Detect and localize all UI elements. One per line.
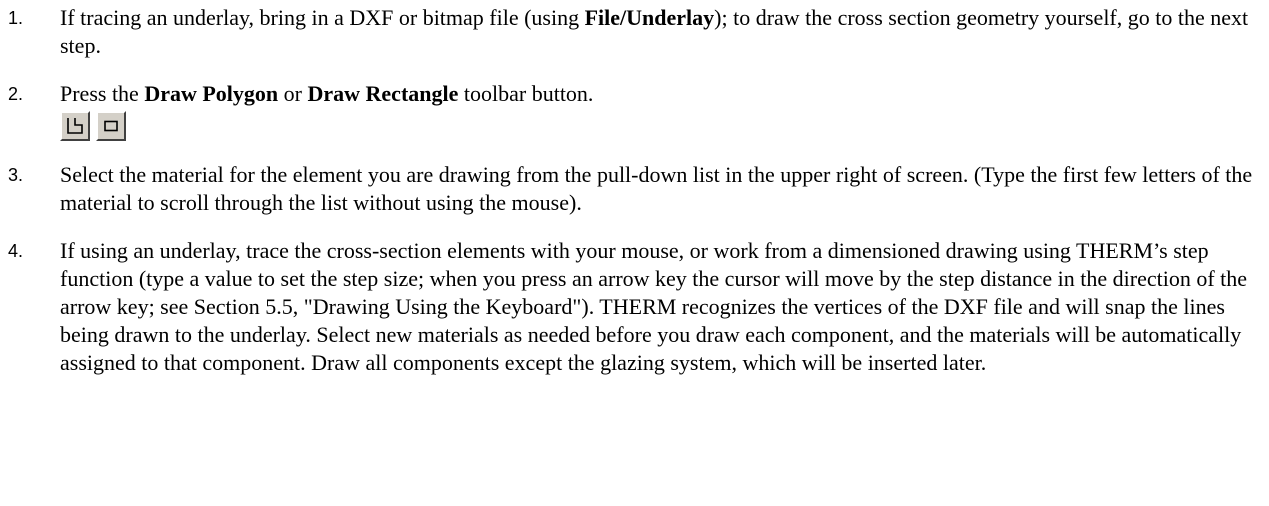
step-number: 2. — [8, 84, 24, 104]
step-text: If using an underlay, trace the cross-se… — [60, 238, 1248, 375]
button-name-draw-polygon: Draw Polygon — [144, 81, 279, 106]
step-3: 3. Select the material for the element y… — [0, 161, 1262, 217]
step-text: Select the material for the element you … — [60, 162, 1253, 215]
draw-rectangle-icon — [104, 120, 118, 132]
draw-rectangle-button[interactable] — [96, 111, 126, 141]
step-text: If tracing an underlay, bring in a DXF o… — [60, 5, 1249, 58]
menu-path-file-underlay: File/Underlay — [584, 5, 715, 30]
step-2: 2. Press the Draw Polygon or Draw Rectan… — [0, 80, 1262, 141]
step-4: 4. If using an underlay, trace the cross… — [0, 237, 1262, 377]
step-number: 1. — [8, 8, 24, 28]
step-number: 3. — [8, 165, 24, 185]
step-text: Press the Draw Polygon or Draw Rectangle… — [60, 81, 594, 106]
draw-polygon-icon — [67, 118, 83, 134]
step-1: 1. If tracing an underlay, bring in a DX… — [0, 4, 1262, 60]
button-name-draw-rectangle: Draw Rectangle — [307, 81, 459, 106]
step-number: 4. — [8, 241, 24, 261]
toolbar-buttons — [60, 111, 1262, 141]
draw-polygon-button[interactable] — [60, 111, 90, 141]
instruction-list: 1. If tracing an underlay, bring in a DX… — [0, 4, 1262, 377]
